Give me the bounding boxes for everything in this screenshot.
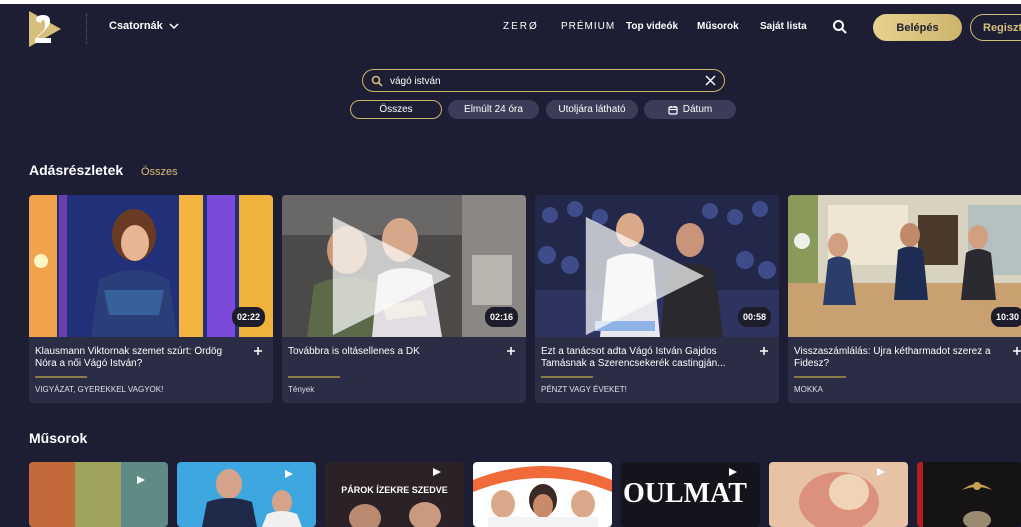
- close-icon[interactable]: [705, 75, 716, 86]
- search-input[interactable]: [390, 73, 690, 89]
- calendar-icon: [668, 105, 678, 115]
- show-tile[interactable]: [917, 462, 1021, 527]
- episode-card[interactable]: 10:30 Visszaszámlálás: Újra kétharmadot …: [788, 195, 1021, 403]
- filter-last-24h[interactable]: Elmúlt 24 óra: [448, 100, 539, 119]
- filter-date[interactable]: Dátum: [644, 100, 736, 119]
- nav-top-videos[interactable]: Top videók: [626, 21, 678, 32]
- episode-thumbnail: 02:22: [29, 195, 273, 337]
- duration-badge: 02:16: [484, 307, 518, 327]
- card-divider: [794, 376, 846, 378]
- card-divider: [541, 376, 593, 378]
- episode-title: Visszaszámlálás: Újra kétharmadot szerez…: [794, 346, 991, 369]
- episode-show-name: VIGYÁZAT, GYEREKKEL VAGYOK!: [35, 385, 164, 394]
- channels-label: Csatornák: [109, 20, 163, 32]
- tv2-watermark-icon: [585, 216, 705, 336]
- register-button[interactable]: Regisztráció: [970, 14, 1021, 41]
- episode-card[interactable]: 02:16 Továbbra is oltásellenes a DK Tény…: [282, 195, 526, 403]
- episode-card[interactable]: 00:58 Ezt a tanácsot adta Vágó István Ga…: [535, 195, 779, 403]
- episode-title: Továbbra is oltásellenes a DK: [288, 346, 420, 357]
- shows-section-title: Műsorok: [29, 430, 88, 446]
- search-bar[interactable]: [362, 69, 725, 92]
- duration-badge: 10:30: [990, 307, 1021, 327]
- episode-show-name: PÉNZT VAGY ÉVEKET!: [541, 385, 627, 394]
- add-to-list-icon[interactable]: [506, 346, 516, 356]
- search-icon: [371, 75, 383, 87]
- episode-card[interactable]: 02:22 Klausmann Viktornak szemet szúrt: …: [29, 195, 273, 403]
- show-tile[interactable]: [29, 462, 168, 527]
- show-tile[interactable]: OULMAT: [621, 462, 760, 527]
- episodes-section-title: Adásrészletek: [29, 162, 124, 178]
- show-tile[interactable]: [473, 462, 612, 527]
- tv2-watermark-icon: [332, 216, 452, 336]
- episode-thumbnail: 10:30: [788, 195, 1021, 337]
- chevron-down-icon: [169, 23, 179, 30]
- episodes-see-all-link[interactable]: Összes: [141, 166, 178, 178]
- filter-last-visible[interactable]: Utoljára látható: [546, 100, 638, 119]
- nav-premium[interactable]: PRÉMIUM: [561, 21, 615, 32]
- card-divider: [288, 376, 340, 378]
- add-to-list-icon[interactable]: [759, 346, 769, 356]
- show-tile-caption: PÁROK ÍZEKRE SZEDVE: [341, 485, 448, 495]
- show-tile[interactable]: PÁROK ÍZEKRE SZEDVE: [325, 462, 464, 527]
- episode-title: Klausmann Viktornak szemet szúrt: Ördög …: [35, 346, 223, 369]
- header: Csatornák ZERØ PRÉMIUM Top videók Műsoro…: [0, 4, 1021, 52]
- episode-thumbnail: 00:58: [535, 195, 779, 337]
- episode-thumbnail: 02:16: [282, 195, 526, 337]
- show-tile[interactable]: [177, 462, 316, 527]
- channels-dropdown[interactable]: Csatornák: [109, 20, 179, 32]
- nav-shows[interactable]: Műsorok: [697, 21, 739, 32]
- tv2-logo[interactable]: [27, 9, 63, 49]
- duration-badge: 00:58: [737, 307, 771, 327]
- filter-date-label: Dátum: [682, 104, 713, 115]
- login-button[interactable]: Belépés: [873, 14, 962, 41]
- episode-show-name: Tények: [288, 385, 315, 394]
- duration-badge: 02:22: [231, 307, 265, 327]
- show-tile[interactable]: [769, 462, 908, 527]
- search-icon[interactable]: [832, 19, 848, 35]
- nav-my-list[interactable]: Saját lista: [760, 21, 807, 32]
- add-to-list-icon[interactable]: [1012, 346, 1021, 356]
- card-divider: [35, 376, 87, 378]
- nav-zero[interactable]: ZERØ: [503, 21, 539, 32]
- episode-show-name: MOKKA: [794, 385, 823, 394]
- header-divider: [86, 14, 87, 44]
- add-to-list-icon[interactable]: [253, 346, 263, 356]
- filter-all[interactable]: Összes: [350, 100, 442, 119]
- show-tile-caption: OULMAT: [623, 478, 747, 509]
- episode-title: Ezt a tanácsot adta Vágó István Gajdos T…: [541, 346, 726, 369]
